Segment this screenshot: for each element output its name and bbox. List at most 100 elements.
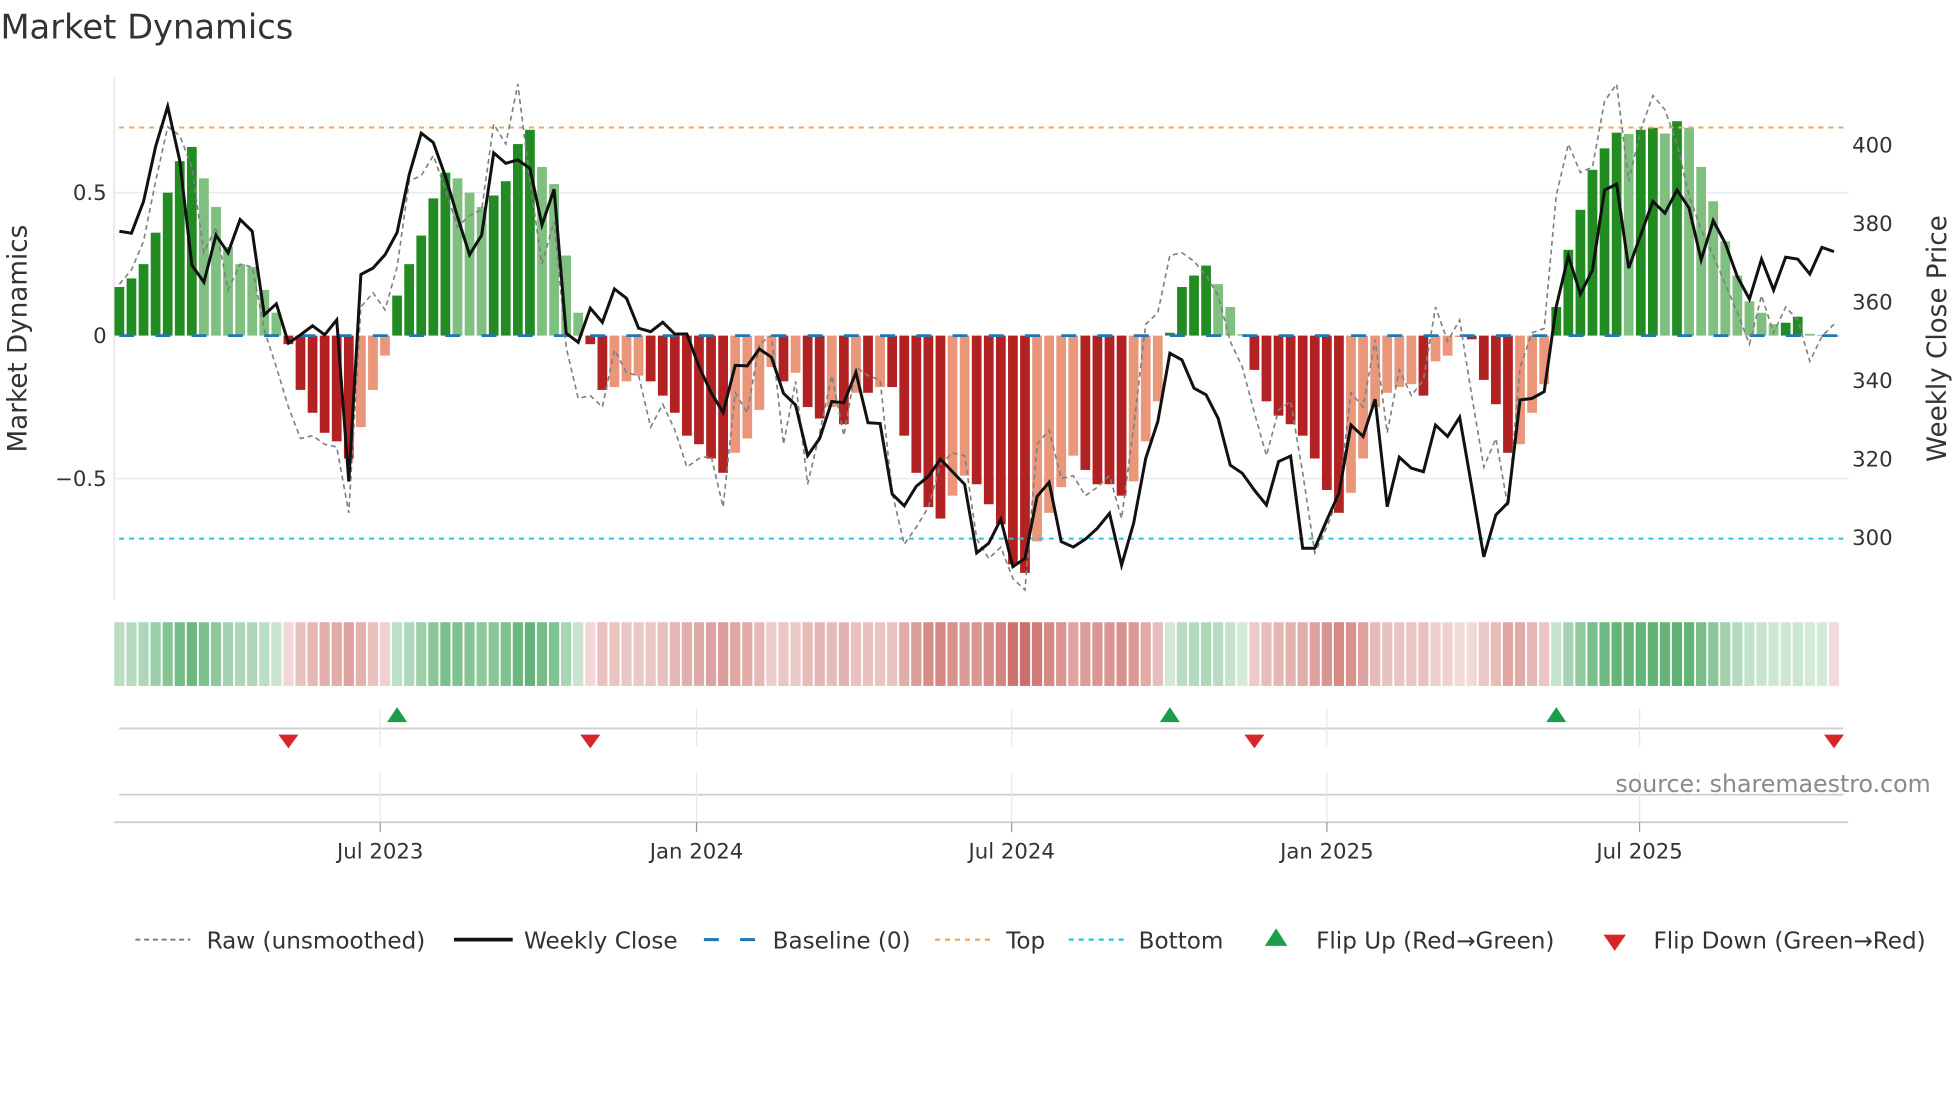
heatmap-cell bbox=[440, 622, 451, 686]
dynamics-bar bbox=[1309, 335, 1320, 459]
heatmap-cell bbox=[1720, 622, 1731, 686]
heatmap-cell bbox=[561, 622, 572, 686]
dynamics-bar bbox=[380, 335, 390, 356]
heatmap-cell bbox=[585, 622, 596, 686]
dynamics-bar bbox=[1189, 275, 1199, 336]
legend: Raw (unsmoothed) Weekly Close Baseline (0)… bbox=[135, 928, 1926, 954]
heatmap-cell bbox=[887, 622, 898, 686]
dynamics-bar bbox=[899, 335, 910, 436]
dynamics-bar bbox=[307, 335, 318, 413]
heatmap-cell bbox=[923, 622, 934, 686]
heatmap-cell bbox=[1792, 622, 1803, 686]
heatmap-cell bbox=[319, 622, 330, 686]
heatmap-cell bbox=[488, 622, 499, 686]
dynamics-bar bbox=[645, 335, 656, 382]
dynamics-bar bbox=[633, 335, 644, 376]
heatmap-cell bbox=[1007, 622, 1019, 686]
heatmap-cell bbox=[355, 622, 367, 686]
heatmap-cell bbox=[1647, 622, 1658, 686]
dynamics-bar bbox=[923, 335, 934, 508]
dynamics-bar bbox=[1321, 335, 1332, 490]
y-tick-label-right: 360 bbox=[1852, 290, 1893, 315]
dynamics-bar bbox=[211, 206, 221, 336]
dynamics-bar bbox=[1406, 335, 1417, 385]
dynamics-bar bbox=[392, 295, 402, 336]
dynamics-bar bbox=[911, 335, 922, 473]
dynamics-bar bbox=[1297, 335, 1308, 436]
legend-label: Top bbox=[1005, 928, 1045, 954]
heatmap-cell bbox=[911, 622, 922, 686]
heatmap-cell bbox=[1019, 622, 1031, 686]
heatmap-cell bbox=[1249, 622, 1260, 686]
heatmap-cell bbox=[609, 622, 620, 686]
heatmap-cell bbox=[1804, 622, 1815, 686]
legend-label: Flip Up (Red→Green) bbox=[1316, 928, 1554, 954]
dynamics-bar bbox=[1273, 335, 1284, 416]
dynamics-bar bbox=[802, 335, 813, 408]
heatmap-cell bbox=[464, 622, 475, 686]
legend-label: Baseline (0) bbox=[773, 928, 911, 954]
heatmap-cell bbox=[597, 622, 608, 686]
heatmap-cell bbox=[862, 622, 874, 686]
dynamics-bar bbox=[1418, 335, 1429, 396]
dynamics-bar bbox=[669, 335, 680, 413]
heatmap-cell bbox=[874, 622, 886, 686]
heatmap-cell bbox=[693, 622, 705, 686]
heatmap-cell bbox=[235, 622, 246, 686]
heatmap-cell bbox=[1514, 622, 1526, 686]
dynamics-bar bbox=[1177, 286, 1187, 336]
dynamics-bar bbox=[1611, 132, 1622, 336]
heatmap-cell bbox=[428, 622, 439, 686]
heatmap-cell bbox=[548, 622, 560, 686]
dynamics-bar bbox=[1358, 335, 1368, 459]
heatmap-cell bbox=[1502, 622, 1514, 686]
heatmap-cell bbox=[730, 622, 741, 686]
heatmap-cell bbox=[754, 622, 765, 686]
dynamics-bar bbox=[1744, 301, 1755, 336]
dynamics-bar bbox=[1370, 335, 1381, 408]
heatmap-cell bbox=[1080, 622, 1091, 686]
heatmap-cell bbox=[174, 622, 185, 686]
heatmap-cell bbox=[790, 622, 801, 686]
dynamics-bar bbox=[1599, 148, 1610, 336]
legend-item-raw: Raw (unsmoothed) bbox=[135, 928, 425, 954]
heatmap-cell bbox=[452, 622, 463, 686]
heatmap-cell bbox=[1780, 622, 1791, 686]
heatmap-cell bbox=[971, 622, 982, 686]
heatmap-cell bbox=[1744, 622, 1755, 686]
momentum-heatmap-strip bbox=[114, 622, 1840, 686]
chart-title: Market Dynamics bbox=[0, 8, 293, 47]
heatmap-cell bbox=[1031, 622, 1043, 686]
dynamics-bar bbox=[1382, 335, 1393, 393]
heatmap-cell bbox=[1152, 622, 1163, 686]
heatmap-cell bbox=[1599, 622, 1610, 686]
dynamics-bar bbox=[416, 235, 427, 336]
heatmap-cell bbox=[331, 622, 342, 686]
heatmap-cell bbox=[814, 622, 825, 686]
dynamics-bar bbox=[1116, 335, 1127, 496]
dynamics-bar bbox=[1152, 335, 1163, 402]
legend-label: Weekly Close bbox=[524, 928, 678, 954]
dynamics-bar bbox=[512, 144, 523, 336]
dynamics-bar bbox=[464, 192, 475, 336]
heatmap-cell bbox=[1526, 622, 1538, 686]
heatmap-cell bbox=[1068, 622, 1079, 686]
heatmap-cell bbox=[899, 622, 910, 686]
legend-triangle-up-icon bbox=[1264, 928, 1288, 946]
y-axis-title-left: Market Dynamics bbox=[4, 225, 34, 453]
y-tick-label-right: 340 bbox=[1852, 369, 1893, 394]
y-tick-label-left: −0.5 bbox=[55, 467, 107, 492]
heatmap-cell bbox=[524, 622, 536, 686]
heatmap-cell bbox=[778, 622, 789, 686]
heatmap-cell bbox=[681, 622, 693, 686]
heatmap-cell bbox=[1454, 622, 1465, 686]
heatmap-cell bbox=[476, 622, 487, 686]
legend-item-top: Top bbox=[935, 928, 1045, 954]
x-tick-label: Jul 2025 bbox=[1594, 839, 1682, 864]
heatmap-cell bbox=[1828, 622, 1840, 686]
legend-item-baseline: Baseline (0) bbox=[703, 928, 911, 954]
heatmap-cell bbox=[947, 622, 958, 686]
x-tick-label: Jan 2024 bbox=[648, 839, 744, 864]
y-tick-label-left: 0.5 bbox=[73, 181, 107, 206]
dynamics-bar bbox=[500, 181, 511, 336]
